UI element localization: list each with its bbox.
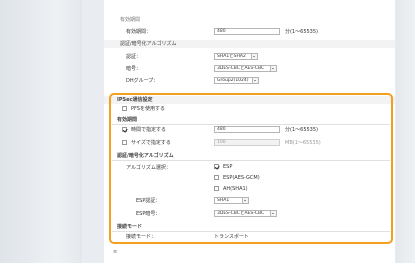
top-validity-label: 有効期間： — [126, 29, 152, 35]
chevron-down-icon — [270, 66, 276, 71]
ipsec-highlight-frame — [109, 93, 393, 244]
dh-label: DHグループ： — [126, 78, 159, 84]
dh-select-value: Group2(1024) — [217, 78, 249, 83]
footnote-mark: ≡ — [113, 249, 118, 255]
auth-select-value: SHA1とSHA2 — [217, 54, 246, 59]
enc-label: 暗号： — [126, 66, 142, 72]
right-gutter — [396, 0, 415, 263]
enc-select-value: 3DES-CBCとAES-CBC — [217, 66, 265, 71]
top-section-title: 有効期間 — [120, 17, 141, 23]
auth-select[interactable]: SHA1とSHA2 — [214, 53, 258, 60]
top-validity-input[interactable]: 480 — [214, 28, 280, 35]
left-sidebar — [0, 0, 82, 263]
auth-section-title: 認証/暗号化アルゴリズム — [120, 41, 177, 47]
enc-select[interactable]: 3DES-CBCとAES-CBC — [214, 65, 277, 72]
chevron-down-icon — [252, 78, 258, 83]
auth-label: 認証： — [126, 54, 142, 60]
top-validity-unit: 分(1〜65535) — [285, 29, 318, 35]
dh-select[interactable]: Group2(1024) — [214, 77, 259, 84]
chevron-down-icon — [251, 54, 257, 59]
